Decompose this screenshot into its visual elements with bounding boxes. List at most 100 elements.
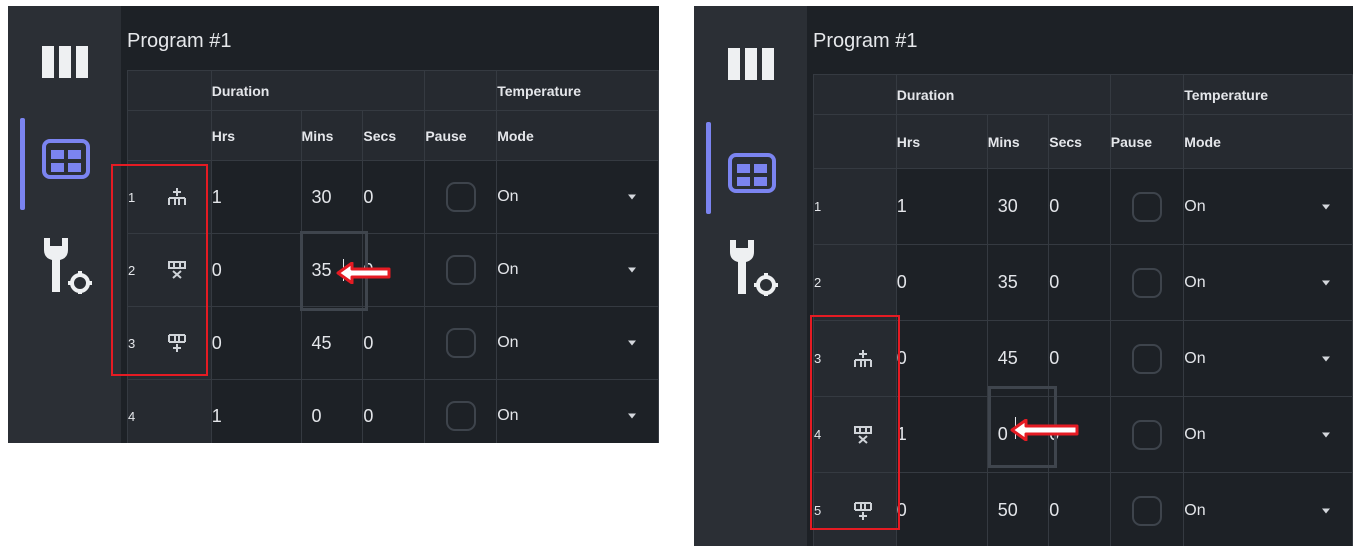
- row-number: 1: [814, 199, 822, 214]
- mins-cell[interactable]: 45: [300, 306, 364, 380]
- pause-cell: [1109, 168, 1185, 245]
- pause-group-header: [1109, 74, 1185, 115]
- pause-checkbox[interactable]: [1132, 495, 1163, 526]
- tools-settings-icon[interactable]: [42, 236, 92, 294]
- secs-cell[interactable]: 0: [1048, 320, 1111, 397]
- hrs-cell[interactable]: 1: [210, 379, 302, 443]
- sidebar: [694, 6, 807, 546]
- duration-header: Duration: [895, 74, 1111, 115]
- mode-dropdown[interactable]: On: [496, 379, 659, 443]
- row-number-cell[interactable]: 1: [813, 168, 897, 245]
- pause-checkbox[interactable]: [445, 182, 476, 212]
- row-header-empty: [127, 70, 212, 111]
- hrs-cell[interactable]: 0: [895, 472, 988, 546]
- pause-header: Pause: [424, 110, 498, 161]
- table-icon[interactable]: [42, 139, 90, 179]
- annotation-arrow-icon: [336, 262, 391, 284]
- temperature-header: Temperature: [1183, 74, 1353, 115]
- secs-cell[interactable]: 0: [362, 160, 426, 234]
- mode-header: Mode: [496, 110, 659, 161]
- active-indicator: [20, 118, 25, 210]
- pause-checkbox[interactable]: [445, 401, 476, 431]
- table-row: 1 1 30 0 On: [813, 168, 1353, 245]
- pause-checkbox[interactable]: [1132, 267, 1163, 298]
- mode-dropdown[interactable]: On: [1183, 320, 1353, 397]
- hrs-cell[interactable]: 1: [210, 160, 302, 234]
- mode-value: On: [1184, 501, 1206, 519]
- pause-checkbox[interactable]: [1132, 343, 1163, 374]
- pause-header: Pause: [1109, 114, 1185, 169]
- hrs-cell[interactable]: 0: [895, 320, 988, 397]
- secs-cell[interactable]: 0: [362, 379, 426, 443]
- secs-cell[interactable]: 0: [1048, 472, 1111, 546]
- program-panel-after: Program #1 Duration Temperature Hrs Mins…: [694, 6, 1353, 546]
- row-subheader-empty: [127, 110, 212, 161]
- temperature-header: Temperature: [496, 70, 659, 111]
- row-number-cell[interactable]: 2: [813, 244, 897, 321]
- pause-checkbox[interactable]: [1132, 191, 1163, 222]
- mode-header: Mode: [1183, 114, 1353, 169]
- mode-value: On: [1184, 425, 1206, 443]
- mode-value: On: [1184, 197, 1206, 215]
- chevron-down-icon: [628, 340, 636, 346]
- table-row: 2 0 35 0 On: [813, 244, 1353, 321]
- hrs-cell[interactable]: 0: [210, 306, 302, 380]
- mode-value: On: [497, 261, 519, 278]
- mode-dropdown[interactable]: On: [1183, 472, 1353, 546]
- mode-dropdown[interactable]: On: [496, 160, 659, 234]
- columns-icon[interactable]: [728, 48, 774, 80]
- mode-dropdown[interactable]: On: [496, 233, 659, 307]
- secs-cell[interactable]: 0: [362, 306, 426, 380]
- mins-cell[interactable]: 50: [986, 472, 1050, 546]
- pause-cell: [1109, 472, 1185, 546]
- mode-dropdown[interactable]: On: [1183, 244, 1353, 321]
- pause-checkbox[interactable]: [445, 328, 476, 358]
- pause-cell: [424, 379, 498, 443]
- hrs-cell[interactable]: 0: [210, 233, 302, 307]
- row-header-empty: [813, 74, 897, 115]
- secs-cell[interactable]: 0: [1048, 168, 1111, 245]
- page-title: Program #1: [813, 30, 918, 52]
- columns-icon[interactable]: [42, 46, 88, 78]
- tools-settings-icon[interactable]: [728, 238, 778, 296]
- row-number-cell[interactable]: 4: [127, 379, 212, 443]
- mins-cell[interactable]: 30: [986, 168, 1050, 245]
- pause-checkbox[interactable]: [1132, 419, 1163, 450]
- mode-value: On: [497, 407, 519, 424]
- pause-cell: [424, 233, 498, 307]
- chevron-down-icon: [1322, 432, 1330, 437]
- active-indicator: [706, 122, 711, 214]
- hrs-header: Hrs: [895, 114, 988, 169]
- pause-cell: [1109, 396, 1185, 473]
- table-row: 4 1 0 0 On: [127, 379, 659, 443]
- chevron-down-icon: [1322, 204, 1330, 209]
- table-icon[interactable]: [728, 153, 776, 193]
- row-tools-highlight: [810, 315, 900, 530]
- pause-cell: [1109, 244, 1185, 321]
- mode-dropdown[interactable]: On: [1183, 396, 1353, 473]
- hrs-cell[interactable]: 1: [895, 168, 988, 245]
- pause-cell: [424, 160, 498, 234]
- mode-value: On: [1184, 349, 1206, 367]
- chevron-down-icon: [1322, 280, 1330, 285]
- mode-dropdown[interactable]: On: [1183, 168, 1353, 245]
- mode-value: On: [497, 334, 519, 351]
- secs-cell[interactable]: 0: [1048, 244, 1111, 321]
- mins-header: Mins: [986, 114, 1050, 169]
- pause-group-header: [424, 70, 498, 111]
- pause-checkbox[interactable]: [445, 255, 476, 285]
- chevron-down-icon: [628, 267, 636, 273]
- row-number: 4: [128, 408, 136, 424]
- hrs-cell[interactable]: 1: [895, 396, 988, 473]
- mins-cell[interactable]: 35: [986, 244, 1050, 321]
- chevron-down-icon: [1322, 508, 1330, 513]
- chevron-down-icon: [628, 413, 636, 419]
- mins-cell[interactable]: 0: [300, 379, 364, 443]
- chevron-down-icon: [1322, 356, 1330, 361]
- mins-cell[interactable]: 30: [300, 160, 364, 234]
- hrs-cell[interactable]: 0: [895, 244, 988, 321]
- program-panel-before: Program #1 Duration Temperature Hrs Mins…: [8, 6, 659, 443]
- duration-header: Duration: [210, 70, 426, 111]
- pause-cell: [424, 306, 498, 380]
- mode-dropdown[interactable]: On: [496, 306, 659, 380]
